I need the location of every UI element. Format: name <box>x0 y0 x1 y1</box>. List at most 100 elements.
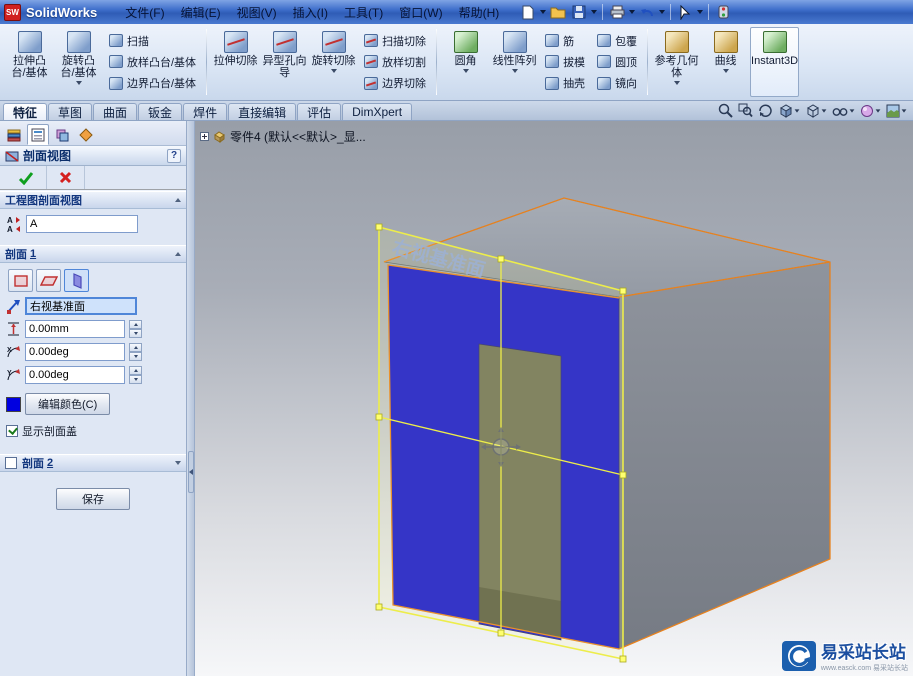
save-button[interactable]: 保存 <box>56 488 130 510</box>
tab-sketch[interactable]: 草图 <box>48 103 92 120</box>
menu-tools[interactable]: 工具(T) <box>336 1 391 24</box>
section1-group-header[interactable]: 剖面 1 <box>0 245 186 263</box>
menu-help[interactable]: 帮助(H) <box>451 1 508 24</box>
wrap-button[interactable]: 包覆 <box>593 31 641 51</box>
print-icon[interactable] <box>608 3 626 21</box>
offset-spinner[interactable] <box>129 320 142 338</box>
help-button[interactable]: ? <box>167 149 181 163</box>
reference-geometry-button[interactable]: 参考几何体 <box>652 27 701 97</box>
menu-insert[interactable]: 插入(I) <box>285 1 336 24</box>
display-style-icon[interactable] <box>805 103 827 118</box>
extruded-cut-button[interactable]: 拉伸切除 <box>211 27 260 97</box>
x-rotation-input[interactable] <box>25 343 125 361</box>
dropdown-caret[interactable] <box>822 109 827 112</box>
shell-button[interactable]: 抽壳 <box>541 73 589 93</box>
expand-chevron-icon[interactable] <box>175 461 181 465</box>
dropdown-caret[interactable] <box>876 109 881 112</box>
cancel-button[interactable] <box>47 166 85 189</box>
reference-plane-input[interactable] <box>25 297 137 315</box>
collapse-chevron-icon[interactable] <box>175 198 181 202</box>
right-plane-button[interactable] <box>64 269 89 292</box>
dropdown-caret[interactable] <box>331 69 337 73</box>
revolved-boss-button[interactable]: 旋转凸台/基体 <box>54 27 103 97</box>
section-label-input[interactable] <box>26 215 138 233</box>
front-plane-button[interactable] <box>8 269 33 292</box>
menu-edit[interactable]: 编辑(E) <box>173 1 229 24</box>
draft-button[interactable]: 拔模 <box>541 52 589 72</box>
cube-right-face[interactable] <box>619 262 830 649</box>
ok-button[interactable] <box>6 166 47 189</box>
menu-file[interactable]: 文件(F) <box>117 1 172 24</box>
linear-pattern-button[interactable]: 线性阵列 <box>490 27 539 97</box>
boundary-boss-button[interactable]: 边界凸台/基体 <box>105 73 200 93</box>
select-dropdown-caret[interactable] <box>697 10 703 14</box>
hole-wizard-button[interactable]: 异型孔向导 <box>260 27 309 97</box>
y-rotation-input[interactable] <box>25 366 125 384</box>
offset-distance-input[interactable] <box>25 320 125 338</box>
boundary-cut-button[interactable]: 边界切除 <box>360 73 430 93</box>
panel-collapse-handle[interactable] <box>188 451 194 493</box>
dropdown-caret[interactable] <box>850 109 855 112</box>
dropdown-caret[interactable] <box>463 69 469 73</box>
section-color-swatch[interactable] <box>6 397 21 412</box>
panel-splitter[interactable] <box>186 121 195 676</box>
extruded-boss-button[interactable]: 拉伸凸台/基体 <box>5 27 54 97</box>
graphics-viewport[interactable]: 右视基准面 零件4 (默认<<默认>_显... 易采站长站 www.easck.… <box>195 121 913 676</box>
edit-color-button[interactable]: 编辑颜色(C) <box>25 393 110 415</box>
print-dropdown-caret[interactable] <box>629 10 635 14</box>
loft-boss-button[interactable]: 放样凸台/基体 <box>105 52 200 72</box>
menu-view[interactable]: 视图(V) <box>229 1 285 24</box>
section2-group-header[interactable]: 剖面 2 <box>0 454 186 472</box>
tab-sheetmetal[interactable]: 钣金 <box>138 103 182 120</box>
section2-checkbox[interactable] <box>5 457 17 469</box>
edit-appearance-icon[interactable] <box>860 104 881 118</box>
rebuild-icon[interactable] <box>714 3 732 21</box>
save-dropdown-caret[interactable] <box>591 10 597 14</box>
save-icon[interactable] <box>570 3 588 21</box>
undo-dropdown-caret[interactable] <box>659 10 665 14</box>
new-document-icon[interactable] <box>519 3 537 21</box>
revolved-cut-button[interactable]: 旋转切除 <box>309 27 358 97</box>
feature-tree-flyout[interactable]: 零件4 (默认<<默认>_显... <box>200 128 366 145</box>
tab-evaluate[interactable]: 评估 <box>297 103 341 120</box>
dropdown-caret[interactable] <box>723 69 729 73</box>
show-section-cap-checkbox[interactable] <box>6 425 18 437</box>
y-rotation-spinner[interactable] <box>129 366 142 384</box>
view-orientation-icon[interactable] <box>778 103 800 118</box>
tab-weldments[interactable]: 焊件 <box>183 103 227 120</box>
expand-tree-icon[interactable] <box>200 132 209 141</box>
scene-icon[interactable] <box>886 104 907 118</box>
swept-cut-button[interactable]: 扫描切除 <box>360 31 430 51</box>
propertymanager-tab-icon[interactable] <box>27 124 49 145</box>
new-dropdown-caret[interactable] <box>540 10 546 14</box>
configurationmanager-tab-icon[interactable] <box>51 124 73 145</box>
select-cursor-icon[interactable] <box>676 3 694 21</box>
hide-show-icon[interactable] <box>832 105 855 117</box>
undo-icon[interactable] <box>638 3 656 21</box>
dropdown-caret[interactable] <box>76 81 82 85</box>
curves-button[interactable]: 曲线 <box>701 27 750 97</box>
tab-surfaces[interactable]: 曲面 <box>93 103 137 120</box>
tab-direct-editing[interactable]: 直接编辑 <box>228 103 296 120</box>
instant3d-button[interactable]: Instant3D <box>750 27 799 97</box>
rib-button[interactable]: 筋 <box>541 31 589 51</box>
tab-dimxpert[interactable]: DimXpert <box>342 103 412 120</box>
rotate-view-icon[interactable] <box>758 103 773 118</box>
lofted-cut-button[interactable]: 放样切割 <box>360 52 430 72</box>
dropdown-caret[interactable] <box>902 109 907 112</box>
zoom-fit-icon[interactable] <box>718 103 733 118</box>
mirror-button[interactable]: 镜向 <box>593 73 641 93</box>
collapse-chevron-icon[interactable] <box>175 252 181 256</box>
dropdown-caret[interactable] <box>512 69 518 73</box>
fillet-button[interactable]: 圆角 <box>441 27 490 97</box>
dome-button[interactable]: 圆顶 <box>593 52 641 72</box>
drawing-section-group-header[interactable]: 工程图剖面视图 <box>0 191 186 209</box>
top-plane-button[interactable] <box>36 269 61 292</box>
x-rotation-spinner[interactable] <box>129 343 142 361</box>
zoom-area-icon[interactable] <box>738 103 753 118</box>
menu-window[interactable]: 窗口(W) <box>391 1 450 24</box>
dropdown-caret[interactable] <box>674 81 680 85</box>
open-folder-icon[interactable] <box>549 3 567 21</box>
dropdown-caret[interactable] <box>795 109 800 112</box>
sweep-button[interactable]: 扫描 <box>105 31 200 51</box>
